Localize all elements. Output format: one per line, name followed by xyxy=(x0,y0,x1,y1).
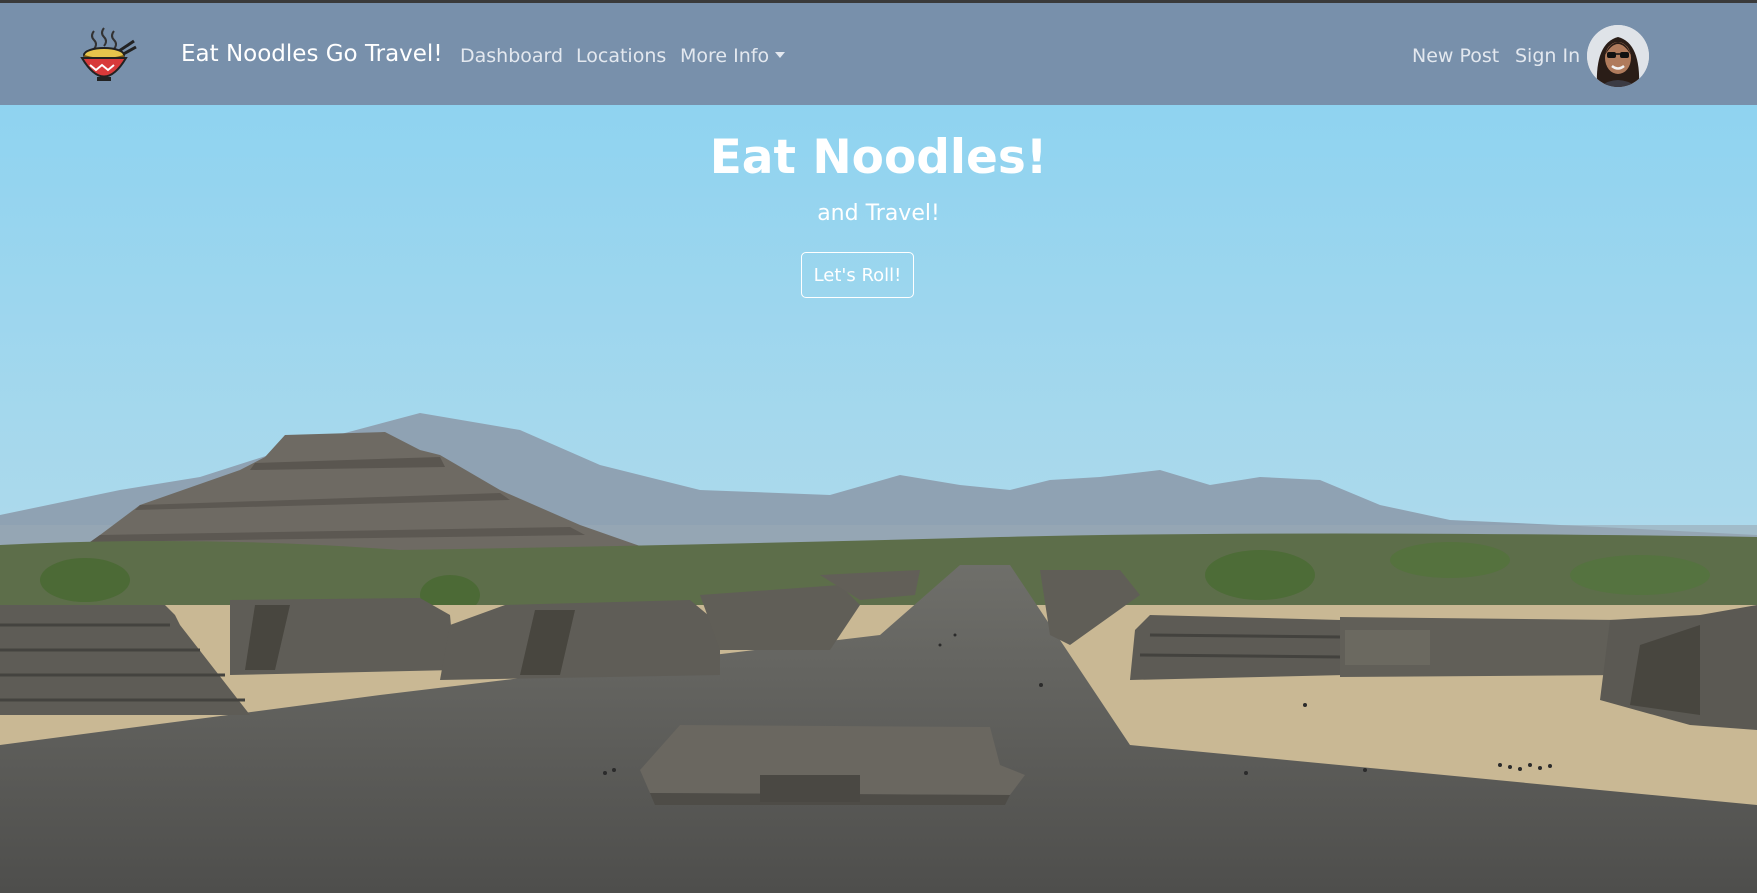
nav-more-info-dropdown[interactable]: More Info xyxy=(680,45,786,67)
user-avatar[interactable] xyxy=(1587,25,1649,87)
caret-down-icon xyxy=(775,52,786,58)
nav-locations[interactable]: Locations xyxy=(576,45,666,67)
hero-section: Eat Noodles! and Travel! Let's Roll! xyxy=(0,105,1757,893)
nav-dashboard[interactable]: Dashboard xyxy=(460,45,563,67)
lets-roll-button[interactable]: Let's Roll! xyxy=(801,252,914,298)
nav-sign-in[interactable]: Sign In xyxy=(1515,45,1580,67)
nav-new-post[interactable]: New Post xyxy=(1412,45,1499,67)
hero-title: Eat Noodles! xyxy=(709,130,1048,185)
hero-subtitle: and Travel! xyxy=(817,201,940,226)
brand-title[interactable]: Eat Noodles Go Travel! xyxy=(181,41,443,67)
noodle-bowl-icon[interactable] xyxy=(76,25,138,87)
nav-more-info-label: More Info xyxy=(680,45,770,67)
navbar: Eat Noodles Go Travel! Dashboard Locatio… xyxy=(0,3,1757,105)
